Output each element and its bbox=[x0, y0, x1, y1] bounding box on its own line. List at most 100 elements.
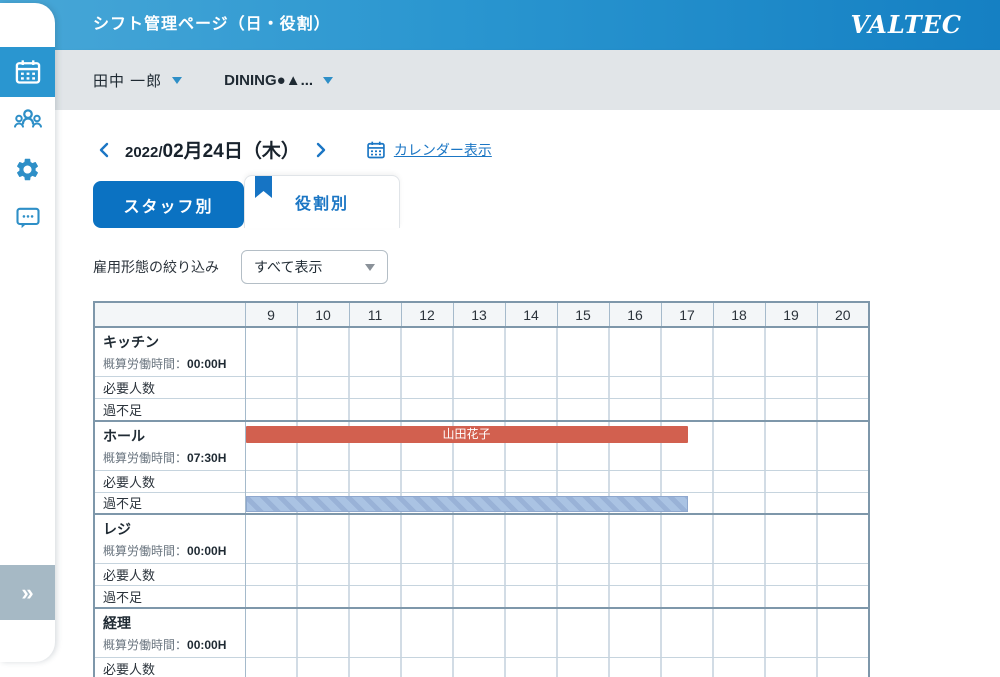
context-toolbar: 田中 一郎 DINING●▲... bbox=[55, 50, 1000, 110]
bookmark-icon bbox=[255, 176, 272, 200]
shift-grid-ホール[interactable]: 山田花子 bbox=[245, 421, 869, 471]
gear-icon bbox=[14, 156, 41, 183]
sidebar-item-settings[interactable] bbox=[0, 145, 55, 193]
hour-header-12: 12 bbox=[401, 302, 453, 327]
shortage-row: 過不足 bbox=[94, 586, 869, 608]
role-row: 経理概算労働時間：00:00H bbox=[94, 608, 869, 658]
role-row: レジ概算労働時間：00:00H bbox=[94, 514, 869, 564]
role-row: ホール概算労働時間：07:30H山田花子 bbox=[94, 421, 869, 471]
required-label: 必要人数 bbox=[94, 564, 245, 586]
chat-icon bbox=[14, 203, 42, 231]
role-name-cell: ホール概算労働時間：07:30H bbox=[94, 421, 245, 471]
calendar-icon bbox=[14, 58, 42, 86]
shortage-bar bbox=[246, 496, 688, 512]
main-content: 2022/02月24日（木） カレンダー表示 スタッフ別 bbox=[55, 110, 1000, 677]
schedule-table: 91011121314151617181920 キッチン概算労働時間：00:00… bbox=[93, 301, 870, 677]
required-grid-レジ[interactable] bbox=[245, 564, 869, 586]
role-name: ホール bbox=[103, 426, 237, 446]
role-name-cell: キッチン概算労働時間：00:00H bbox=[94, 327, 245, 377]
sidebar-item-staff[interactable] bbox=[0, 97, 55, 145]
calendar-view-link-label: カレンダー表示 bbox=[394, 140, 492, 160]
shortage-label: 過不足 bbox=[94, 492, 245, 514]
hour-header-15: 15 bbox=[557, 302, 609, 327]
user-selector-value: 田中 一郎 bbox=[93, 70, 162, 91]
hour-header-14: 14 bbox=[505, 302, 557, 327]
required-label: 必要人数 bbox=[94, 470, 245, 492]
employment-filter-select[interactable]: すべて表示 bbox=[241, 250, 388, 284]
chevron-down-icon bbox=[172, 77, 182, 84]
shortage-row: 過不足 bbox=[94, 492, 869, 514]
chevron-left-icon bbox=[97, 141, 111, 159]
role-name: キッチン bbox=[103, 332, 237, 352]
sidebar: » bbox=[0, 3, 55, 662]
shift-bar[interactable]: 山田花子 bbox=[246, 426, 688, 443]
sidebar-expand-button[interactable]: » bbox=[0, 565, 55, 620]
prev-day-button[interactable] bbox=[93, 141, 115, 159]
calendar-view-link[interactable]: カレンダー表示 bbox=[366, 140, 492, 160]
shift-grid-経理[interactable] bbox=[245, 608, 869, 658]
schedule-table-body: キッチン概算労働時間：00:00H必要人数過不足ホール概算労働時間：07:30H… bbox=[94, 327, 869, 677]
required-label: 必要人数 bbox=[94, 377, 245, 399]
role-work-time: 概算労働時間：00:00H bbox=[103, 355, 237, 372]
role-name: レジ bbox=[103, 519, 237, 539]
date-navigation: 2022/02月24日（木） カレンダー表示 bbox=[93, 136, 492, 163]
app-window: シフト管理ページ（日・役割） VALTEC 田中 一郎 DINING●▲... … bbox=[0, 0, 1000, 677]
store-selector-value: DINING●▲... bbox=[224, 72, 313, 89]
required-grid-ホール[interactable] bbox=[245, 470, 869, 492]
required-row: 必要人数 bbox=[94, 564, 869, 586]
required-row: 必要人数 bbox=[94, 470, 869, 492]
shortage-label: 過不足 bbox=[94, 399, 245, 421]
tab-role-label: 役割別 bbox=[295, 190, 349, 214]
employment-filter: 雇用形態の絞り込み すべて表示 bbox=[93, 250, 388, 284]
required-grid-経理[interactable] bbox=[245, 657, 869, 677]
role-work-time: 概算労働時間：07:30H bbox=[103, 449, 237, 466]
employment-filter-value: すべて表示 bbox=[254, 257, 322, 277]
sidebar-item-messages[interactable] bbox=[0, 193, 55, 241]
tab-role-view[interactable]: 役割別 bbox=[244, 175, 400, 228]
sidebar-item-shift-calendar[interactable] bbox=[0, 47, 55, 97]
chevron-right-icon bbox=[314, 141, 328, 159]
shortage-grid-ホール[interactable] bbox=[245, 492, 869, 514]
date-main: 02月24日（木） bbox=[163, 141, 300, 162]
hour-header-11: 11 bbox=[349, 302, 401, 327]
store-selector[interactable]: DINING●▲... bbox=[224, 72, 333, 89]
required-row: 必要人数 bbox=[94, 377, 869, 399]
shift-grid-レジ[interactable] bbox=[245, 514, 869, 564]
shortage-grid-キッチン[interactable] bbox=[245, 399, 869, 421]
employment-filter-label: 雇用形態の絞り込み bbox=[93, 257, 219, 277]
hour-header-17: 17 bbox=[661, 302, 713, 327]
required-row: 必要人数 bbox=[94, 657, 869, 677]
shortage-grid-レジ[interactable] bbox=[245, 586, 869, 608]
shortage-row: 過不足 bbox=[94, 399, 869, 421]
schedule-table-wrap: 91011121314151617181920 キッチン概算労働時間：00:00… bbox=[93, 301, 870, 677]
role-name: 経理 bbox=[103, 613, 237, 633]
hour-header-16: 16 bbox=[609, 302, 661, 327]
tab-staff-label: スタッフ別 bbox=[123, 193, 213, 217]
calendar-icon bbox=[366, 140, 386, 160]
role-work-time: 概算労働時間：00:00H bbox=[103, 542, 237, 559]
chevron-down-icon bbox=[365, 264, 375, 271]
schedule-corner-cell bbox=[94, 302, 245, 327]
hour-header-10: 10 bbox=[297, 302, 349, 327]
role-row: キッチン概算労働時間：00:00H bbox=[94, 327, 869, 377]
hour-header-row: 91011121314151617181920 bbox=[94, 302, 869, 327]
current-date: 2022/02月24日（木） bbox=[125, 136, 300, 163]
valtec-logo: VALTEC bbox=[850, 0, 962, 50]
app-header: シフト管理ページ（日・役割） VALTEC bbox=[0, 0, 1000, 50]
sidebar-expand-label: » bbox=[21, 580, 33, 606]
required-grid-キッチン[interactable] bbox=[245, 377, 869, 399]
hour-header-19: 19 bbox=[765, 302, 817, 327]
hour-header-13: 13 bbox=[453, 302, 505, 327]
date-year: 2022/ bbox=[125, 144, 163, 161]
role-work-time: 概算労働時間：00:00H bbox=[103, 636, 237, 653]
user-selector[interactable]: 田中 一郎 bbox=[93, 70, 182, 91]
shift-grid-キッチン[interactable] bbox=[245, 327, 869, 377]
role-name-cell: レジ概算労働時間：00:00H bbox=[94, 514, 245, 564]
required-label: 必要人数 bbox=[94, 657, 245, 677]
page-title: シフト管理ページ（日・役割） bbox=[93, 0, 331, 50]
people-group-icon bbox=[13, 106, 43, 136]
next-day-button[interactable] bbox=[310, 141, 332, 159]
tab-staff-view[interactable]: スタッフ別 bbox=[93, 181, 244, 228]
hour-header-20: 20 bbox=[817, 302, 869, 327]
hour-header-18: 18 bbox=[713, 302, 765, 327]
